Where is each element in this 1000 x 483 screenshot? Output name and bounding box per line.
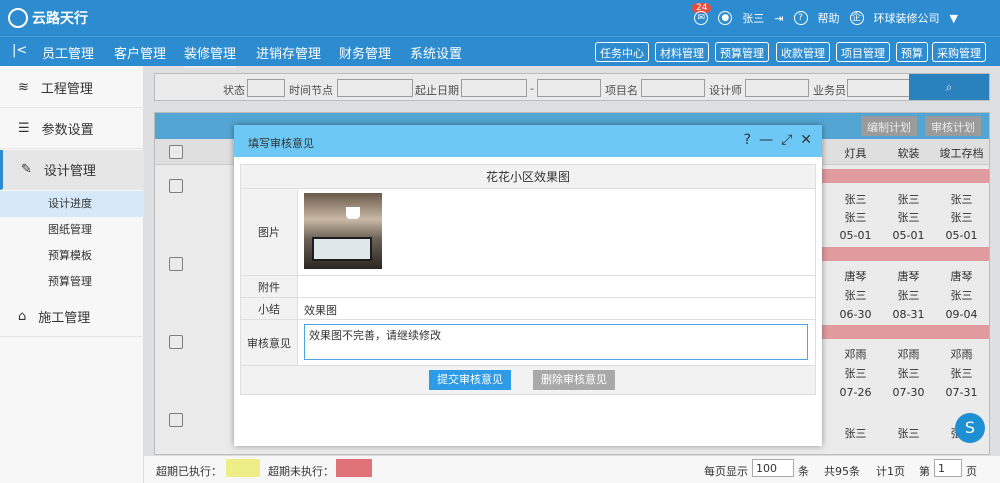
minimize-icon[interactable]: — <box>759 132 773 148</box>
page-select[interactable]: 1 <box>934 459 962 477</box>
sidebar-sub-budget-mgmt[interactable]: 预算管理 <box>0 269 144 295</box>
image-row: 图片 <box>241 189 815 276</box>
help-link[interactable]: 帮助 <box>818 10 840 26</box>
design-icon: ✎ <box>21 162 32 177</box>
sidebar-sub-drawings[interactable]: 图纸管理 <box>0 217 144 243</box>
logout-icon[interactable]: ⇥ <box>774 12 783 25</box>
unit-label: 条 <box>798 465 809 478</box>
nav-item-customer[interactable]: 客户管理 <box>114 43 166 62</box>
sidebar-sub-design-progress[interactable]: 设计进度 <box>0 191 144 217</box>
nav-item-staff[interactable]: 员工管理 <box>42 43 94 62</box>
per-page-select[interactable]: 100 <box>752 459 794 477</box>
company-icon: 企 <box>849 11 864 25</box>
sidebar-item-construction[interactable]: ⌂ 施工管理 <box>0 297 144 337</box>
dialog-actions: 提交审核意见 删除审核意见 <box>241 366 815 394</box>
quick-materials[interactable]: 材料管理 <box>655 42 709 62</box>
close-icon[interactable]: ✕ <box>800 132 812 148</box>
quick-budget[interactable]: 预算 <box>896 42 928 62</box>
home-icon: ⌂ <box>18 309 27 324</box>
sidebar: ≋ 工程管理 ☰ 参数设置 ✎ 设计管理 设计进度 图纸管理 预算模板 预算管理 ⌂ 施… <box>0 66 144 483</box>
summary-row: 小结 效果图 <box>241 298 815 320</box>
help-icon[interactable]: ? <box>744 132 751 148</box>
help-icon[interactable]: ? <box>793 11 808 25</box>
chat-float-icon[interactable]: S <box>955 413 985 443</box>
quick-project[interactable]: 项目管理 <box>836 42 890 62</box>
maximize-icon[interactable]: ⤢ <box>781 132 792 148</box>
nav-item-settings[interactable]: 系统设置 <box>410 43 462 62</box>
overdue-undone-swatch <box>336 459 372 477</box>
list-icon: ☰ <box>18 121 30 136</box>
top-bar: 云路天行 24 ✉ ● 张三 ⇥ ? 帮助 企 环球装修公司 ▼ <box>0 0 1000 36</box>
summary-value: 效果图 <box>304 304 337 317</box>
project-title: 花花小区效果图 <box>485 170 570 184</box>
logo: 云路天行 <box>8 8 88 28</box>
quick-task-center[interactable]: 任务中心 <box>595 42 649 62</box>
total-count: 共95条 <box>824 465 860 478</box>
review-dialog: 填写审核意见 ? — ⤢ ✕ 花花小区效果图 图片 附件 小结 效果图 审核意见… <box>234 125 822 446</box>
opinion-textarea[interactable]: 效果图不完善，请继续修改 <box>304 324 808 360</box>
attachment-value <box>298 276 815 297</box>
logo-icon <box>8 8 28 28</box>
opinion-label: 审核意见 <box>241 320 298 365</box>
sidebar-sub-budget-template[interactable]: 预算模板 <box>0 243 144 269</box>
sidebar-item-engineering[interactable]: ≋ 工程管理 <box>0 68 144 108</box>
overdue-done-label: 超期已执行： <box>156 465 222 478</box>
review-form: 花花小区效果图 图片 附件 小结 效果图 审核意见 效果图不完善，请继续修改 提… <box>240 164 816 395</box>
submit-opinion-button[interactable]: 提交审核意见 <box>429 370 511 390</box>
sidebar-item-params[interactable]: ☰ 参数设置 <box>0 109 144 149</box>
collapse-icon[interactable]: |< <box>12 43 27 58</box>
overdue-done-swatch <box>226 459 260 477</box>
page-suffix: 页 <box>966 465 977 478</box>
quick-payment[interactable]: 收款管理 <box>776 42 830 62</box>
per-page-label: 每页显示 <box>704 465 748 478</box>
nav-item-decoration[interactable]: 装修管理 <box>184 43 237 68</box>
project-title-row: 花花小区效果图 <box>241 165 815 189</box>
summary-label: 小结 <box>241 298 298 319</box>
image-label: 图片 <box>241 189 298 275</box>
design-image[interactable] <box>304 193 382 269</box>
page-prefix: 第 <box>919 465 930 478</box>
bell-icon[interactable]: ✉ <box>694 11 709 25</box>
delete-opinion-button[interactable]: 删除审核意见 <box>533 370 615 390</box>
layers-icon: ≋ <box>18 80 29 95</box>
chevron-down-icon[interactable]: ▼ <box>950 12 958 25</box>
attachment-label: 附件 <box>241 276 298 297</box>
dialog-header: 填写审核意见 ? — ⤢ ✕ <box>234 125 822 157</box>
user-name[interactable]: 张三 <box>742 10 764 26</box>
company-selector[interactable]: 环球装修公司 <box>874 10 940 26</box>
sidebar-item-design[interactable]: ✎ 设计管理 <box>0 150 144 190</box>
opinion-row: 审核意见 效果图不完善，请继续修改 <box>241 320 815 366</box>
quick-budget-mgmt[interactable]: 预算管理 <box>715 42 769 62</box>
overdue-undone-label: 超期未执行： <box>268 465 334 478</box>
nav-item-inventory[interactable]: 进销存管理 <box>256 43 321 62</box>
grid-footer: 超期已执行： 超期未执行： 每页显示 100 条 共95条 计1页 第 1 页 <box>144 455 1000 483</box>
quick-purchase[interactable]: 采购管理 <box>932 42 986 62</box>
dialog-title: 填写审核意见 <box>248 137 314 150</box>
nav-item-finance[interactable]: 财务管理 <box>339 43 391 62</box>
attachment-row: 附件 <box>241 276 815 298</box>
main-nav: |< 员工管理 客户管理 装修管理 进销存管理 财务管理 系统设置 任务中心 材… <box>0 36 1000 68</box>
user-icon[interactable]: ● <box>718 11 733 25</box>
page-count: 计1页 <box>876 465 905 478</box>
